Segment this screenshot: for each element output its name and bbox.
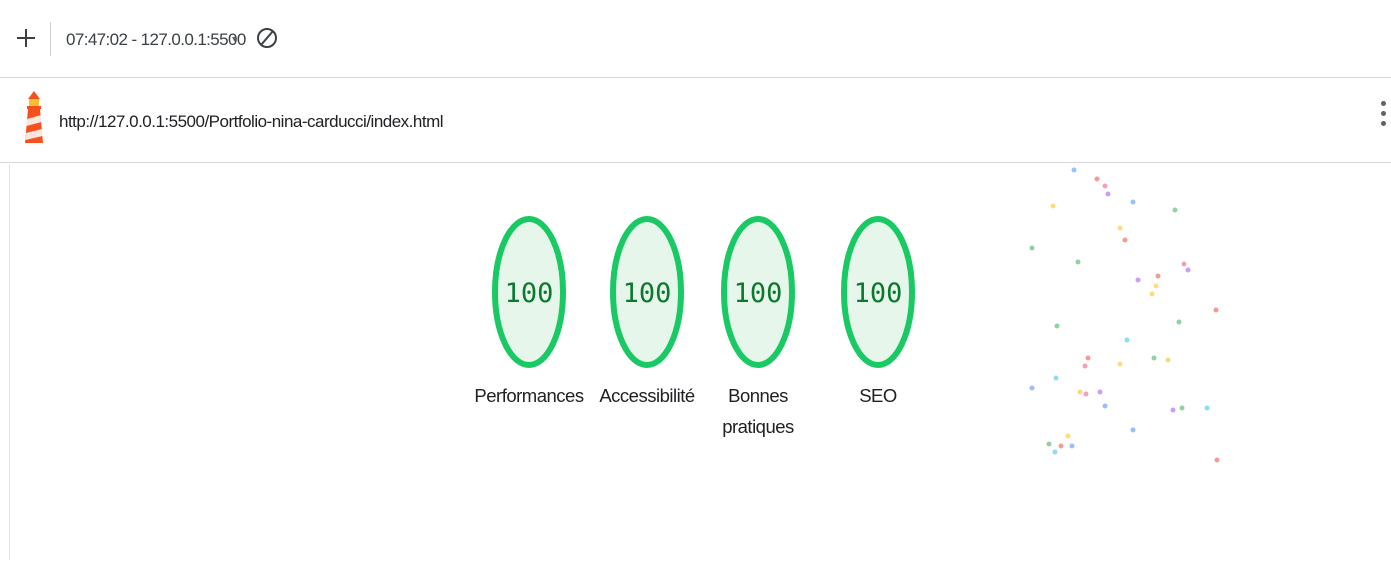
clear-icon[interactable] <box>254 25 280 51</box>
gauge-seo[interactable]: 100 SEO <box>823 214 933 411</box>
gauge-ring: 100 <box>492 216 566 368</box>
devtools-toolbar: 07:47:02 - 127.0.0.1:5500 ▾ <box>0 0 1391 78</box>
gauge-score: 100 <box>854 278 903 309</box>
gauge-score: 100 <box>623 278 672 309</box>
gauge-score: 100 <box>505 278 554 309</box>
gauge-best-practices[interactable]: 100 Bonnes pratiques <box>708 214 808 442</box>
gauge-ring: 100 <box>610 216 684 368</box>
chevron-down-icon[interactable]: ▾ <box>232 34 237 45</box>
plus-icon[interactable] <box>14 26 38 50</box>
gauge-label: Performances <box>474 385 584 406</box>
report-url-bar: http://127.0.0.1:5500/Portfolio-nina-car… <box>0 79 1391 163</box>
lighthouse-logo-icon <box>25 91 43 143</box>
gauge-accessibility[interactable]: 100 Accessibilité <box>591 214 703 411</box>
gauge-label: Bonnes pratiques <box>722 385 794 437</box>
fireworks-confetti <box>1029 167 1220 463</box>
gauge-label: Accessibilité <box>599 385 695 406</box>
toolbar-divider <box>50 22 51 56</box>
report-selector[interactable]: 07:47:02 - 127.0.0.1:5500 <box>66 30 246 50</box>
gauge-label: SEO <box>859 385 897 406</box>
gauge-ring: 100 <box>721 216 795 368</box>
panel-edge <box>9 164 10 560</box>
gauge-ring: 100 <box>841 216 915 368</box>
report-url[interactable]: http://127.0.0.1:5500/Portfolio-nina-car… <box>59 112 444 132</box>
gauge-performance[interactable]: 100 Performances <box>473 214 585 411</box>
gauge-score: 100 <box>734 278 783 309</box>
kebab-menu-icon[interactable] <box>1378 101 1388 141</box>
